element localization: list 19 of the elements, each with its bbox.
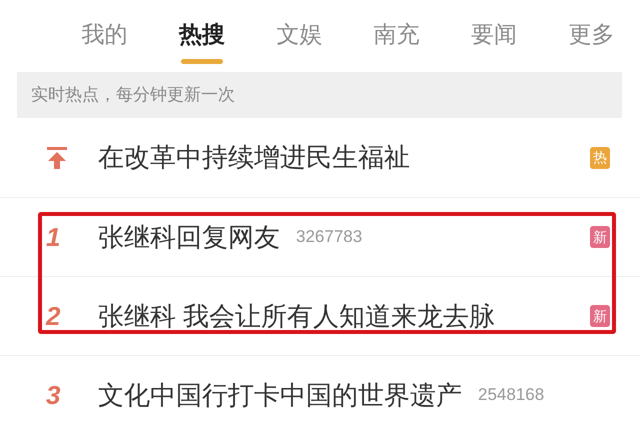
- badge: 新: [590, 305, 610, 327]
- view-count: 3267783: [296, 226, 362, 248]
- rank-number: 2: [46, 303, 60, 329]
- badge: 新: [590, 226, 610, 248]
- topic-title: 张继科回复网友: [98, 220, 280, 254]
- view-count: 2548168: [478, 384, 544, 406]
- topic-row[interactable]: 3 文化中国行打卡中国的世界遗产 2548168: [0, 355, 640, 429]
- tab[interactable]: 热搜: [153, 20, 251, 64]
- topic-row[interactable]: 2 张继科 我会让所有人知道来龙去脉 新: [0, 276, 640, 355]
- topic-title: 在改革中持续增进民生福祉: [98, 141, 410, 174]
- rank-number: 1: [46, 224, 60, 250]
- topic-row[interactable]: 在改革中持续增进民生福祉 热: [0, 118, 640, 197]
- topic-title: 文化中国行打卡中国的世界遗产: [98, 378, 462, 412]
- topic-title: 张继科 我会让所有人知道来龙去脉: [98, 300, 496, 332]
- badge: 热: [590, 146, 610, 168]
- rank-number: 3: [46, 382, 60, 408]
- topic-row[interactable]: 1 张继科回复网友 3267783 新: [0, 197, 640, 276]
- pin-to-top-icon: [46, 146, 68, 170]
- notice-text: 实时热点，每分钟更新一次: [31, 84, 235, 106]
